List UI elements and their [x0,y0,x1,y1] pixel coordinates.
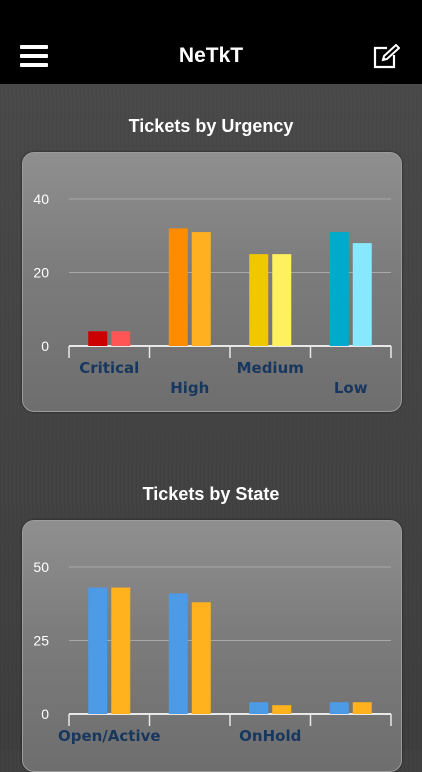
chart1-bar [88,587,108,714]
chart0-y-tick-label: 0 [41,338,49,354]
chart0-bar [352,243,372,346]
state-chart-title: Tickets by State [142,484,280,504]
navigation-bar: NeTkT [0,0,422,84]
urgency-chart-card: 0 20 40 Critical High Medium Low [22,152,402,412]
state-chart: 0 25 50 Open/Active OnHold [33,559,392,745]
chart0-bar [272,254,292,346]
chart1-bar [352,702,372,714]
chart0-category-label: High [170,379,209,397]
chart0-bar [191,232,211,346]
chart0-bar [329,232,349,346]
chart1-bar [111,587,131,714]
urgency-chart-title: Tickets by Urgency [128,116,294,136]
chart0-bar [111,331,131,346]
chart1-bar [168,593,188,714]
compose-edit-icon[interactable] [372,43,401,70]
app-title: NeTkT [178,44,244,67]
chart0-y-tick-label: 40 [33,191,49,207]
chart1-y-tick-label: 0 [41,706,49,722]
chart0-bar [88,331,108,346]
chart1-bar [329,702,349,714]
chart1-y-tick-label: 50 [33,559,49,575]
chart0-category-label: Critical [79,359,139,377]
state-chart-card: 0 25 50 Open/Active OnHold [22,520,402,772]
chart0-category-label: Low [334,379,368,397]
chart1-category-label: OnHold [239,727,301,745]
chart1-bar [249,702,269,714]
chart0-bar [168,228,188,346]
chart0-category-label: Medium [237,359,304,377]
chart0-bar [249,254,269,346]
chart1-bar [191,602,211,714]
chart1-y-tick-label: 25 [33,633,49,649]
chart1-category-label: Open/Active [58,727,161,745]
chart0-y-tick-label: 20 [33,265,49,281]
chart1-bar [272,705,292,714]
urgency-chart: 0 20 40 Critical High Medium Low [33,191,392,397]
